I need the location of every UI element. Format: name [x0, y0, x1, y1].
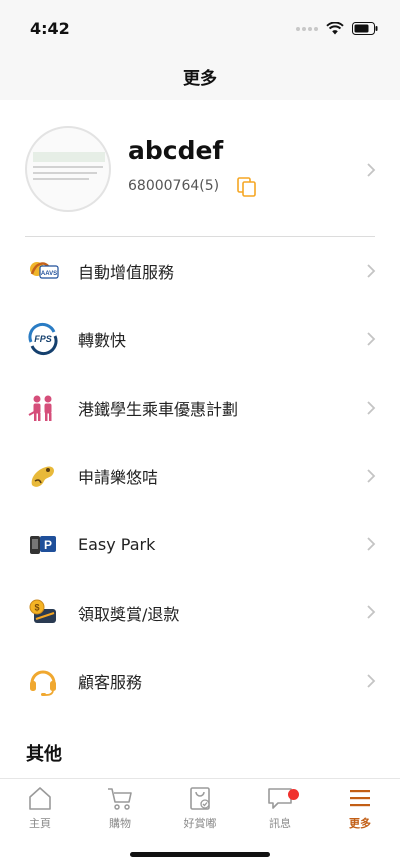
- profile-name: abcdef: [128, 136, 224, 165]
- menu-item-joyyou-card[interactable]: 申請樂悠咭: [0, 442, 400, 510]
- nav-bar: 更多: [0, 52, 400, 100]
- menu-label: 申請樂悠咭: [78, 468, 159, 488]
- menu-label: Easy Park: [78, 534, 156, 554]
- card-number: 68000764(5): [128, 178, 220, 194]
- menu-label: 轉數快: [78, 331, 127, 351]
- tab-messages[interactable]: 訊息: [240, 785, 320, 835]
- wifi-icon: [326, 22, 344, 35]
- status-bar: 4:42: [0, 0, 400, 52]
- svg-text:AAVS: AAVS: [41, 271, 57, 277]
- menu-item-fps[interactable]: FPS 轉數快: [0, 305, 400, 373]
- tab-rewards[interactable]: 好賞嘟: [160, 785, 240, 835]
- chevron-right-icon: [367, 469, 376, 483]
- menu-label: 自動增值服務: [78, 263, 175, 283]
- cart-icon: [108, 788, 132, 810]
- menu-item-reward-refund[interactable]: $ 領取獎賞/退款: [0, 578, 400, 646]
- notification-badge: [288, 789, 299, 800]
- home-icon: [29, 787, 51, 810]
- joyyou-card-icon: [31, 466, 55, 487]
- tab-label: 更多: [349, 817, 371, 830]
- tab-home[interactable]: 主頁: [0, 785, 80, 835]
- svg-text:P: P: [44, 538, 52, 552]
- headset-icon: [30, 670, 56, 696]
- parking-icon: P: [30, 536, 56, 555]
- student-icon: [28, 395, 52, 421]
- page-title: 更多: [183, 68, 217, 89]
- tab-more[interactable]: 更多: [320, 785, 400, 835]
- signal-icon: [296, 26, 318, 31]
- menu-label: 港鐵學生乘車優惠計劃: [78, 399, 239, 419]
- menu-label: 顧客服務: [78, 672, 143, 692]
- svg-text:$: $: [34, 602, 39, 612]
- tab-label: 主頁: [29, 817, 51, 830]
- battery-icon: [352, 22, 378, 35]
- chevron-right-icon: [367, 400, 376, 415]
- menu-item-aavs[interactable]: AAVS 自動增值服務: [0, 237, 400, 305]
- menu-list: AAVS 自動增值服務 FPS 轉數快 港鐵學生乘車優惠計劃 申請樂悠咭 P E…: [0, 237, 400, 715]
- menu-item-student-scheme[interactable]: 港鐵學生乘車優惠計劃: [0, 374, 400, 442]
- menu-item-easy-park[interactable]: P Easy Park: [0, 510, 400, 578]
- aavs-icon: AAVS: [30, 262, 59, 279]
- home-indicator: [130, 852, 270, 857]
- status-time: 4:42: [30, 19, 70, 38]
- tab-shopping[interactable]: 購物: [80, 785, 160, 835]
- avatar[interactable]: [25, 126, 111, 212]
- chevron-right-icon: [367, 605, 376, 620]
- fps-icon: FPS: [28, 323, 58, 356]
- tab-label: 好賞嘟: [183, 817, 217, 830]
- menu-label: 領取獎賞/退款: [78, 604, 180, 624]
- status-icons: [296, 22, 378, 35]
- menu-icon: [350, 790, 370, 807]
- chevron-right-icon: [367, 332, 376, 346]
- reward-refund-icon: $: [29, 599, 56, 623]
- bag-icon: [190, 787, 210, 810]
- tab-label: 購物: [109, 817, 131, 830]
- chevron-right-icon: [367, 674, 376, 688]
- menu-item-customer-service[interactable]: 顧客服務: [0, 647, 400, 715]
- chevron-right-icon: [367, 537, 376, 551]
- section-title-other: 其他: [26, 744, 62, 765]
- profile-row[interactable]: abcdef 68000764(5): [0, 124, 400, 216]
- copy-icon[interactable]: [236, 176, 258, 198]
- chevron-right-icon: [367, 163, 376, 177]
- chevron-right-icon: [367, 264, 376, 278]
- tab-label: 訊息: [269, 817, 291, 830]
- svg-text:FPS: FPS: [34, 334, 52, 344]
